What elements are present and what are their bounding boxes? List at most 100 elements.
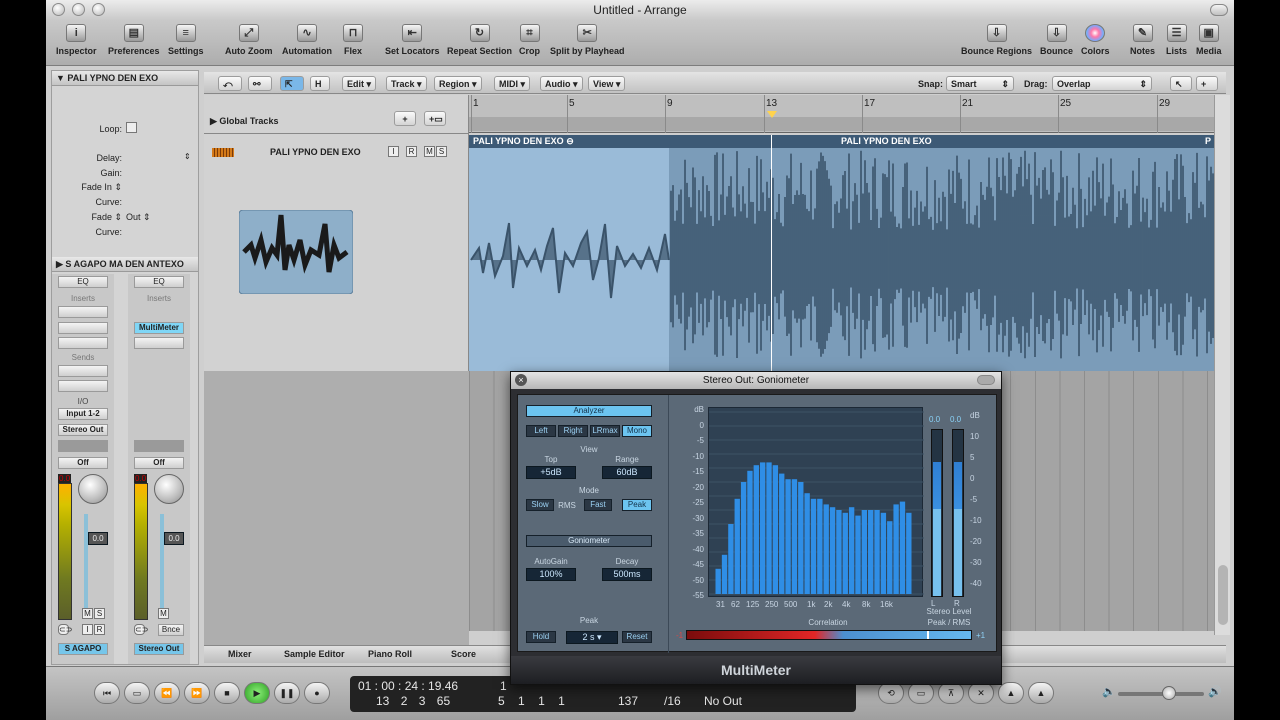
- track-solo-button[interactable]: S: [436, 146, 447, 157]
- audio-menu[interactable]: Audio ▾: [540, 76, 583, 91]
- tab-score[interactable]: Score: [451, 649, 476, 659]
- tab-piano-roll[interactable]: Piano Roll: [368, 649, 412, 659]
- volume-fader-track[interactable]: [84, 514, 88, 618]
- master-volume-thumb[interactable]: [1162, 686, 1176, 700]
- go-to-position-icon[interactable]: ▭: [124, 682, 150, 704]
- repeat-section-button[interactable]: ↻ Repeat Section: [447, 24, 512, 56]
- cycle-icon[interactable]: ⟲: [878, 682, 904, 704]
- add-track-button[interactable]: +: [394, 111, 416, 126]
- track-menu[interactable]: Track ▾: [386, 76, 427, 91]
- volume-fader-track-output[interactable]: [160, 514, 164, 618]
- fade-in-label[interactable]: Fade In ⇕: [58, 182, 122, 193]
- group-slot[interactable]: [58, 440, 108, 452]
- analyzer-button[interactable]: Analyzer: [526, 405, 652, 417]
- eq-slot[interactable]: EQ: [58, 276, 108, 288]
- solo-transport-icon[interactable]: ⊼: [938, 682, 964, 704]
- region-3-name[interactable]: P: [1205, 135, 1211, 148]
- bar-position[interactable]: 13 2 3 65: [376, 694, 450, 708]
- fade-out-select[interactable]: Out ⇕: [126, 212, 151, 223]
- plugin-toggle-icon[interactable]: [977, 375, 995, 385]
- fast-forward-icon[interactable]: ⏩: [184, 682, 210, 704]
- split-by-playhead-button[interactable]: ✂ Split by Playhead: [550, 24, 625, 56]
- zoom-window-button[interactable]: [92, 3, 105, 16]
- stop-icon[interactable]: ■: [214, 682, 240, 704]
- pencil-tool-icon[interactable]: +: [1196, 76, 1218, 91]
- range-value[interactable]: 60dB: [602, 466, 652, 479]
- go-to-beginning-icon[interactable]: ⏮: [94, 682, 120, 704]
- back-button[interactable]: ⤺: [218, 76, 242, 91]
- track-name[interactable]: PALI YPNO DEN EXO: [270, 147, 361, 157]
- playhead-marker-icon[interactable]: [767, 111, 777, 118]
- hide-button[interactable]: H: [310, 76, 330, 91]
- automation-button[interactable]: ∿ Automation: [282, 24, 332, 56]
- balance-knob[interactable]: [154, 474, 184, 504]
- solo-button[interactable]: S: [94, 608, 105, 619]
- output-display[interactable]: No Out: [704, 694, 742, 708]
- track-parameters-header[interactable]: ▶ S AGAPO MA DEN ANTEXO: [52, 257, 198, 272]
- close-window-button[interactable]: [52, 3, 65, 16]
- region-menu[interactable]: Region ▾: [434, 76, 482, 91]
- input-monitor-button[interactable]: I: [82, 624, 93, 635]
- output-slot[interactable]: Stereo Out: [58, 424, 108, 436]
- signature-display[interactable]: /16: [664, 694, 681, 708]
- record-enable-button[interactable]: R: [94, 624, 105, 635]
- link-icon[interactable]: ⊂⊃: [58, 624, 72, 635]
- edit-menu[interactable]: Edit ▾: [342, 76, 377, 91]
- master-volume-slider[interactable]: [1118, 692, 1204, 696]
- lists-button[interactable]: ☰ Lists: [1166, 24, 1187, 56]
- catch-button[interactable]: ⇱: [280, 76, 304, 91]
- pause-icon[interactable]: ❚❚: [274, 682, 300, 704]
- tab-mixer[interactable]: Mixer: [228, 649, 252, 659]
- play-icon[interactable]: ▶: [244, 682, 270, 704]
- add-folder-button[interactable]: +▭: [424, 111, 446, 126]
- crop-button[interactable]: ⌗ Crop: [519, 24, 540, 56]
- inspector-button[interactable]: i Inspector: [56, 24, 97, 56]
- delay-stepper-icon[interactable]: ⇕: [184, 152, 191, 161]
- toolbar-toggle-button[interactable]: [1210, 4, 1228, 16]
- lrmax-button[interactable]: LRmax: [590, 425, 620, 437]
- tempo-display[interactable]: 137: [618, 694, 638, 708]
- view-menu[interactable]: View ▾: [588, 76, 626, 91]
- loop-checkbox[interactable]: [126, 122, 137, 133]
- track-mute-button[interactable]: M: [424, 146, 435, 157]
- slow-button[interactable]: Slow: [526, 499, 554, 511]
- preferences-button[interactable]: ▤ Preferences: [108, 24, 160, 56]
- locator-left-top[interactable]: 1: [500, 679, 507, 693]
- notes-button[interactable]: ✎ Notes: [1130, 24, 1155, 56]
- colors-button[interactable]: Colors: [1081, 24, 1110, 56]
- minimize-window-button[interactable]: [72, 3, 85, 16]
- automation-mode-select[interactable]: Off: [58, 457, 108, 469]
- link-icon-output[interactable]: ⊂⊃: [134, 624, 148, 635]
- smpte-time[interactable]: 01 : 00 : 24 : 19.46: [358, 679, 458, 693]
- peak-button[interactable]: Peak: [622, 499, 652, 511]
- bounce-regions-button[interactable]: ⇩ Bounce Regions: [961, 24, 1032, 56]
- region-2-name[interactable]: PALI YPNO DEN EXO: [841, 135, 932, 148]
- decay-value[interactable]: 500ms: [602, 568, 652, 581]
- region-parameters-header[interactable]: ▼ PALI YPNO DEN EXO: [52, 71, 198, 86]
- insert-slot-2[interactable]: [58, 322, 108, 334]
- vertical-scrollbar[interactable]: [1214, 95, 1230, 635]
- count-in-icon[interactable]: ▲: [1028, 682, 1054, 704]
- set-locators-button[interactable]: ⇤ Set Locators: [385, 24, 440, 56]
- link-button[interactable]: ⚯: [248, 76, 272, 91]
- hold-time-select[interactable]: 2 s ▾: [566, 631, 618, 644]
- flex-button[interactable]: ⊓ Flex: [343, 24, 363, 56]
- right-channel-button[interactable]: Right: [558, 425, 588, 437]
- track-record-button[interactable]: R: [406, 146, 417, 157]
- insert-slot-1[interactable]: [58, 306, 108, 318]
- hold-button[interactable]: Hold: [526, 631, 556, 643]
- send-slot-1[interactable]: [58, 365, 108, 377]
- input-slot[interactable]: Input 1-2: [58, 408, 108, 420]
- mute-button[interactable]: M: [82, 608, 93, 619]
- scroll-thumb[interactable]: [1218, 565, 1228, 625]
- global-tracks-toggle[interactable]: ▶ Global Tracks: [210, 116, 278, 127]
- mono-button[interactable]: Mono: [622, 425, 652, 437]
- goniometer-button[interactable]: Goniometer: [526, 535, 652, 547]
- autogain-value[interactable]: 100%: [526, 568, 576, 581]
- group-slot-output[interactable]: [134, 440, 184, 452]
- rewind-icon[interactable]: ⏪: [154, 682, 180, 704]
- replace-icon[interactable]: ▭: [908, 682, 934, 704]
- reset-button[interactable]: Reset: [622, 631, 652, 643]
- insert-slot-output-2[interactable]: [134, 337, 184, 349]
- settings-button[interactable]: ≡ Settings: [168, 24, 204, 56]
